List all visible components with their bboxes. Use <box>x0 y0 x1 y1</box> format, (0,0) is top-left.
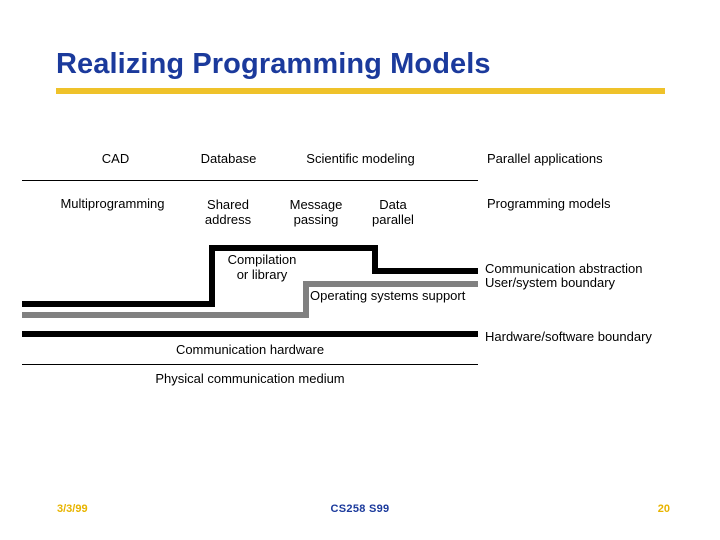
label-physical-communication-medium: Physical communication medium <box>155 371 345 386</box>
page-title: Realizing Programming Models <box>56 48 491 80</box>
abstraction-step-right-arm <box>372 268 478 274</box>
divider-applications <box>22 180 478 181</box>
layer-caption-hardware-software-boundary: Hardware/software boundary <box>485 329 652 344</box>
model-label-shared-address-line1: Shared <box>207 197 249 212</box>
app-label-database: Database <box>200 151 257 166</box>
footer-course-label: CS258 S99 <box>330 503 390 515</box>
layer-caption-parallel-applications: Parallel applications <box>487 151 603 166</box>
model-label-shared-address-line2: address <box>204 212 252 227</box>
layer-caption-programming-models: Programming models <box>487 196 611 211</box>
model-label-shared-address: Shared address <box>190 197 266 227</box>
slide-canvas: Realizing Programming Models CAD Databas… <box>0 0 720 540</box>
footer-page-number: 20 <box>657 503 670 515</box>
label-compilation-or-library: Compilation or library <box>214 252 310 282</box>
model-label-data-parallel-line1: Data <box>379 197 407 212</box>
user-system-step-upper-arm <box>303 281 478 287</box>
label-operating-systems-support: Operating systems support <box>310 288 466 303</box>
label-compilation-line2: or library <box>236 267 288 282</box>
model-label-message-passing-line2: passing <box>293 212 339 227</box>
app-label-cad: CAD <box>101 151 130 166</box>
layer-caption-communication-abstraction: Communication abstraction <box>485 261 643 276</box>
model-label-message-passing-line1: Message <box>289 197 343 212</box>
model-label-data-parallel-line2: parallel <box>372 212 414 227</box>
label-compilation-line1: Compilation <box>227 252 297 267</box>
abstraction-step-top <box>209 245 378 251</box>
user-system-step-lower-left <box>22 312 309 318</box>
model-label-data-parallel: Data parallel <box>360 197 426 227</box>
label-communication-hardware: Communication hardware <box>175 342 325 357</box>
model-label-message-passing: Message passing <box>276 197 356 227</box>
layer-caption-user-system-boundary: User/system boundary <box>485 275 616 290</box>
hardware-software-boundary-rule <box>22 331 478 337</box>
title-underline-rule <box>56 88 665 94</box>
app-label-scientific-modeling: Scientific modeling <box>306 151 415 166</box>
divider-communication-hardware <box>22 364 478 365</box>
abstraction-step-lower-left <box>22 301 215 307</box>
model-label-multiprogramming: Multiprogramming <box>60 196 165 211</box>
